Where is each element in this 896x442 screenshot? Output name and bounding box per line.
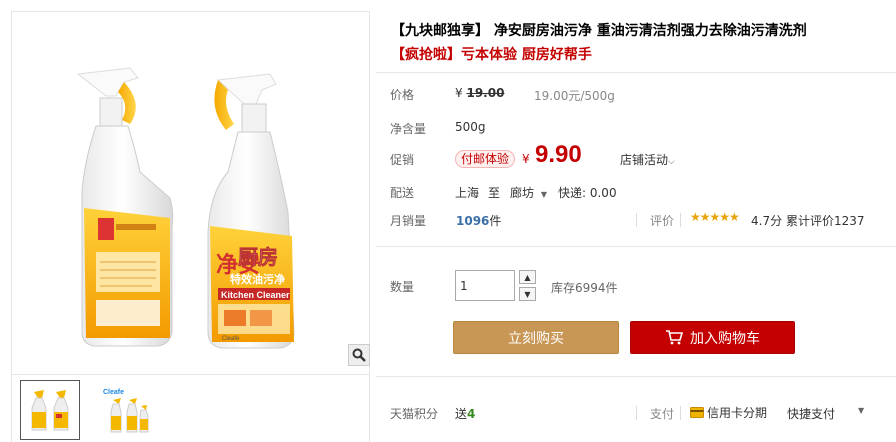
- delivery-from: 上海: [455, 186, 480, 200]
- payment-more-caret-icon[interactable]: ▼: [858, 406, 864, 415]
- caret-down-icon: ▼: [524, 289, 531, 299]
- credit-card-icon: [690, 407, 704, 418]
- currency-symbol: ¥: [455, 86, 463, 100]
- points-label: 天猫积分: [390, 407, 439, 421]
- zoom-button[interactable]: [348, 344, 370, 366]
- caret-up-icon: ▲: [524, 272, 531, 282]
- thumbnail-2[interactable]: Cleafe: [97, 380, 157, 440]
- rating-stars: ★★★★★: [690, 210, 740, 224]
- review-count-link[interactable]: 累计评价1237: [786, 212, 865, 229]
- bottle-name-text: 厨房: [238, 245, 278, 269]
- price-label: 价格: [390, 88, 415, 102]
- bottle-front: 净安 厨房 特效油污净 Kitchen Cleaner Cleafe: [207, 73, 295, 349]
- svg-text:Cleafe: Cleafe: [103, 389, 124, 396]
- shop-activity-label: 店铺活动: [620, 153, 669, 167]
- rating-score: 4.7分: [751, 214, 783, 228]
- divider-top: [376, 72, 896, 73]
- points-group: 送4: [455, 405, 475, 422]
- delivery-label: 配送: [390, 186, 415, 200]
- net-content-label: 净含量: [390, 122, 427, 136]
- bottle-sub-text: 特效油污净: [230, 272, 285, 286]
- quantity-label: 数量: [390, 280, 415, 294]
- bottle-back: [76, 67, 174, 347]
- magnifier-icon: [352, 348, 366, 362]
- divider-bottom: [376, 376, 896, 377]
- thumbnail-brand-image: Cleafe: [103, 389, 149, 433]
- stock-count: 库存6994件: [551, 281, 618, 295]
- quantity-increase-button[interactable]: ▲: [519, 270, 536, 284]
- sales-count-group: 1096件: [456, 212, 501, 229]
- divider-middle: [376, 246, 896, 247]
- cart-icon: [666, 330, 683, 345]
- rating-label: 评价: [650, 214, 675, 228]
- payment-label: 支付: [650, 407, 675, 421]
- shipping-fee: 快递: 0.00: [558, 186, 617, 200]
- thumbnail-strip: Cleafe: [11, 374, 370, 442]
- promo-label: 促销: [390, 153, 415, 167]
- separator: [636, 406, 637, 420]
- points-value: 4: [467, 407, 476, 421]
- delivery-to-word: 至: [488, 186, 501, 200]
- add-to-cart-label: 加入购物车: [690, 330, 760, 347]
- bottle-en-text: Kitchen Cleaner: [221, 290, 290, 300]
- thumbnail-bottles-image: [31, 390, 69, 431]
- net-content-value: 500g: [455, 120, 486, 134]
- quick-pay-option[interactable]: 快捷支付: [787, 405, 835, 422]
- unit-price: 19.00元/500g: [534, 89, 615, 103]
- delivery-destination-select[interactable]: 廊坊 ▼: [510, 184, 547, 201]
- original-price-value: 19.00: [466, 86, 505, 100]
- delivery-destination: 廊坊: [510, 186, 535, 200]
- shop-activity-dropdown[interactable]: 店铺活动⌵: [620, 151, 675, 168]
- buy-now-button[interactable]: 立刻购买: [453, 321, 619, 354]
- original-price: ¥ 19.00: [455, 86, 504, 100]
- product-bottles-illustration: 净安 厨房 特效油污净 Kitchen Cleaner Cleafe: [76, 67, 295, 349]
- product-gallery: 净安 厨房 特效油污净 Kitchen Cleaner Cleafe Cleaf…: [11, 11, 370, 442]
- points-prefix: 送: [455, 407, 468, 421]
- quantity-input[interactable]: 1: [455, 270, 515, 301]
- bottle-logo-text: Cleafe: [222, 336, 240, 342]
- promo-badge: 付邮体验: [455, 150, 516, 168]
- caret-down-icon: ▼: [540, 190, 547, 199]
- product-title: 【九块邮独享】 净安厨房油污净 重油污清洁剂强力去除油污清洗剂: [391, 23, 807, 39]
- product-subtitle: 【疯抢啦】亏本体验 厨房好帮手: [391, 47, 592, 63]
- sales-label: 月销量: [390, 214, 427, 228]
- credit-card-installment[interactable]: 信用卡分期: [690, 404, 767, 421]
- main-product-image[interactable]: 净安 厨房 特效油污净 Kitchen Cleaner Cleafe: [12, 12, 369, 367]
- quantity-decrease-button[interactable]: ▼: [519, 287, 536, 301]
- separator: [680, 213, 681, 227]
- separator: [680, 406, 681, 420]
- add-to-cart-button[interactable]: 加入购物车: [630, 321, 795, 354]
- promo-currency: ¥: [522, 152, 530, 166]
- thumbnail-1[interactable]: [20, 380, 80, 440]
- sales-unit: 件: [489, 214, 502, 228]
- chevron-down-icon: ⌵: [668, 157, 675, 167]
- buy-now-label: 立刻购买: [508, 330, 564, 347]
- credit-card-label: 信用卡分期: [707, 406, 768, 420]
- separator: [636, 213, 637, 227]
- promo-price: 9.90: [535, 141, 582, 168]
- sales-count: 1096: [456, 214, 490, 228]
